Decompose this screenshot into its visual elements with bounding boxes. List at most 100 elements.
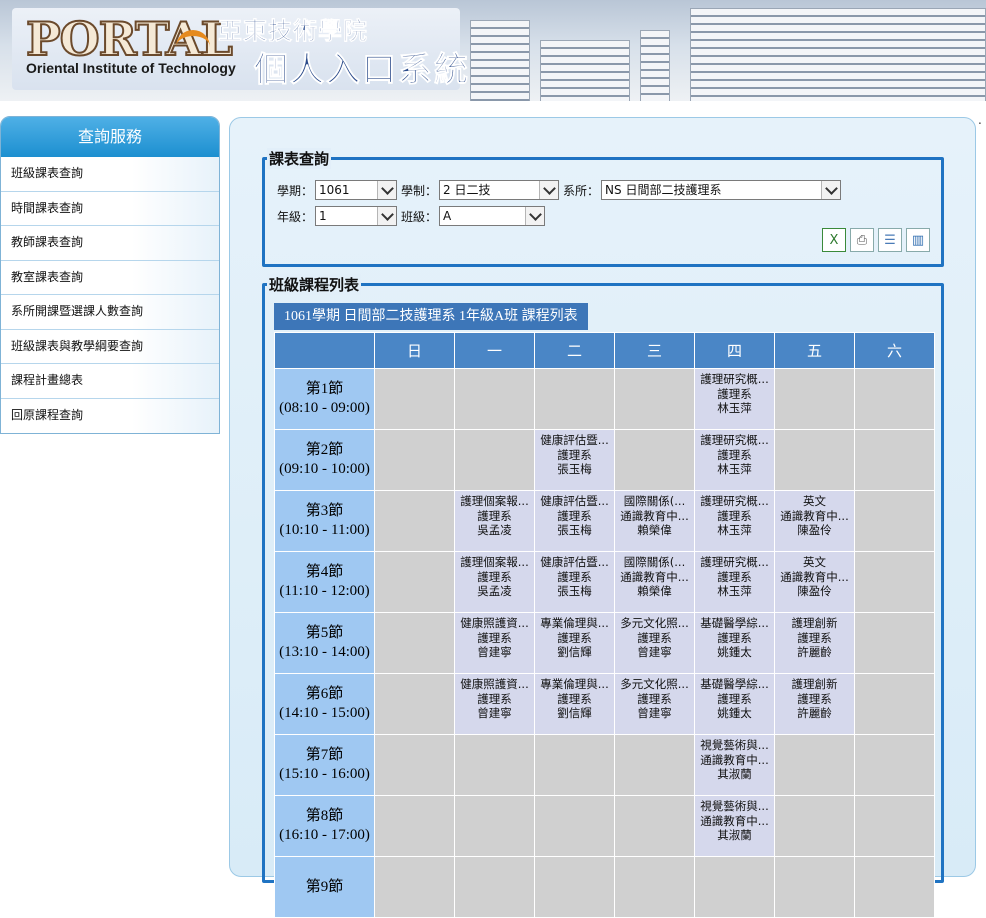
- empty-cell: [614, 368, 695, 430]
- course-cell[interactable]: 多元文化照... 護理系 曾建寧: [614, 612, 695, 674]
- course-dept: 護理系: [557, 508, 592, 523]
- period-name: 第5節: [305, 625, 344, 641]
- course-cell[interactable]: 護理研究概... 護理系 林玉萍: [694, 368, 775, 430]
- course-cell[interactable]: 護理個案報... 護理系 吳孟凌: [454, 490, 535, 552]
- course-cell[interactable]: 健康評估暨... 護理系 張玉梅: [534, 429, 615, 491]
- table-row: 第9節: [274, 856, 935, 918]
- course-cell[interactable]: 護理研究概... 護理系 林玉萍: [694, 551, 775, 613]
- course-cell[interactable]: 護理個案報... 護理系 吳孟凌: [454, 551, 535, 613]
- dept-select[interactable]: NS 日間部二技護理系: [601, 180, 842, 200]
- sidebar-item-back[interactable]: 回原課程查詢: [1, 398, 219, 433]
- sidebar-item-class-schedule[interactable]: 班級課表查詢: [1, 157, 219, 192]
- course-dept: 護理系: [717, 691, 752, 706]
- course-cell[interactable]: 國際關係(... 通識教育中... 賴榮偉: [614, 551, 695, 613]
- list-view-icon[interactable]: ☰: [878, 228, 902, 252]
- chevron-down-icon: [525, 207, 545, 225]
- empty-cell: [454, 368, 535, 430]
- course-teacher: 許麗齡: [797, 645, 832, 659]
- period-name: 第6節: [305, 686, 344, 702]
- course-name: 國際關係(...: [623, 494, 686, 508]
- empty-cell: [614, 429, 695, 491]
- course-dept: 護理系: [797, 630, 832, 645]
- course-cell[interactable]: 英文 通識教育中... 陳盈伶: [774, 490, 855, 552]
- empty-cell: [854, 429, 935, 491]
- class-select[interactable]: A: [439, 206, 546, 226]
- empty-cell: [854, 795, 935, 857]
- course-cell[interactable]: 專業倫理與... 護理系 劉信輝: [534, 612, 615, 674]
- sidebar-item-enrollment[interactable]: 系所開課暨選課人數查詢: [1, 295, 219, 330]
- day-header: 三: [614, 332, 695, 369]
- course-cell[interactable]: 健康評估暨... 護理系 張玉梅: [534, 551, 615, 613]
- table-row: 第5節 (13:10 - 14:00) 健康照護資... 護理系 曾建寧 專業倫理與...…: [274, 612, 935, 674]
- course-cell[interactable]: 多元文化照... 護理系 曾建寧: [614, 673, 695, 735]
- course-cell[interactable]: 護理研究概... 護理系 林玉萍: [694, 490, 775, 552]
- query-row-2: 年級： 1 班級： A: [277, 206, 549, 226]
- period-time: (10:10 - 11:00): [279, 522, 370, 538]
- course-name: 專業倫理與...: [540, 616, 609, 630]
- course-cell[interactable]: 基礎醫學綜... 護理系 姚鍾太: [694, 612, 775, 674]
- course-cell[interactable]: 國際關係(... 通識教育中... 賴榮偉: [614, 490, 695, 552]
- year-select[interactable]: 1061: [315, 180, 398, 200]
- empty-cell: [454, 429, 535, 491]
- system-label: 學制：: [401, 183, 438, 198]
- excel-icon[interactable]: X: [822, 228, 846, 252]
- sidebar-item-syllabus[interactable]: 班級課表與教學綱要查詢: [1, 329, 219, 364]
- empty-cell: [374, 673, 455, 735]
- course-dept: 護理系: [637, 691, 672, 706]
- course-cell[interactable]: 視覺藝術與... 通識教育中... 其淑蘭: [694, 734, 775, 796]
- course-name: 健康評估暨...: [540, 555, 609, 569]
- course-name: 健康評估暨...: [540, 433, 609, 447]
- day-header: 四: [694, 332, 775, 369]
- year-label: 學期：: [277, 183, 314, 198]
- course-name: 護理研究概...: [700, 433, 769, 447]
- course-cell[interactable]: 護理創新 護理系 許麗齡: [774, 612, 855, 674]
- period-label: 第5節 (13:10 - 14:00): [274, 612, 375, 674]
- print-icon[interactable]: ⎙: [850, 228, 874, 252]
- empty-cell: [854, 368, 935, 430]
- period-time: (13:10 - 14:00): [279, 644, 370, 660]
- empty-cell: [534, 368, 615, 430]
- course-dept: 通識教育中...: [620, 508, 689, 523]
- course-teacher: 林玉萍: [717, 584, 752, 598]
- course-cell[interactable]: 健康照護資... 護理系 曾建寧: [454, 673, 535, 735]
- sidebar-item-room-schedule[interactable]: 教室課表查詢: [1, 260, 219, 295]
- building-graphic: [540, 40, 630, 101]
- sidebar-item-course-plan[interactable]: 課程計畫總表: [1, 364, 219, 399]
- system-name: 個人入口系統: [254, 50, 470, 91]
- system-select[interactable]: 2 日二技: [439, 180, 560, 200]
- course-teacher: 其淑蘭: [717, 828, 752, 842]
- course-cell[interactable]: 基礎醫學綜... 護理系 姚鍾太: [694, 673, 775, 735]
- year-value: 1061: [319, 183, 350, 197]
- sidebar-item-teacher-schedule[interactable]: 教師課表查詢: [1, 226, 219, 261]
- sidebar-item-time-schedule[interactable]: 時間課表查詢: [1, 191, 219, 226]
- course-teacher: 曾建寧: [637, 706, 672, 720]
- course-cell[interactable]: 視覺藝術與... 通識教育中... 其淑蘭: [694, 795, 775, 857]
- course-name: 健康照護資...: [460, 677, 529, 691]
- course-dept: 護理系: [717, 386, 752, 401]
- day-header: 二: [534, 332, 615, 369]
- sidebar-title: 查詢服務: [1, 117, 219, 157]
- period-label: 第8節 (16:10 - 17:00): [274, 795, 375, 857]
- course-cell[interactable]: 專業倫理與... 護理系 劉信輝: [534, 673, 615, 735]
- course-name: 健康照護資...: [460, 616, 529, 630]
- grid-view-icon[interactable]: ▥: [906, 228, 930, 252]
- institute-name-en: Oriental Institute of Technology: [26, 60, 236, 76]
- course-cell[interactable]: 健康評估暨... 護理系 張玉梅: [534, 490, 615, 552]
- course-teacher: 林玉萍: [717, 401, 752, 415]
- grade-label: 年級：: [277, 209, 314, 224]
- course-cell[interactable]: 護理創新 護理系 許麗齡: [774, 673, 855, 735]
- dept-value: NS 日間部二技護理系: [605, 183, 722, 197]
- course-cell[interactable]: 護理研究概... 護理系 林玉萍: [694, 429, 775, 491]
- course-cell[interactable]: 英文 通識教育中... 陳盈伶: [774, 551, 855, 613]
- empty-cell: [774, 429, 855, 491]
- empty-cell: [454, 734, 535, 796]
- period-label: 第4節 (11:10 - 12:00): [274, 551, 375, 613]
- course-cell[interactable]: 健康照護資... 護理系 曾建寧: [454, 612, 535, 674]
- export-toolbar: X ⎙ ☰ ▥: [822, 228, 930, 252]
- period-name: 第7節: [305, 747, 344, 763]
- header-banner: PORTAL Oriental Institute of Technology …: [0, 0, 986, 101]
- course-teacher: 陳盈伶: [797, 523, 832, 537]
- grade-select[interactable]: 1: [315, 206, 398, 226]
- course-teacher: 陳盈伶: [797, 584, 832, 598]
- period-label: 第7節 (15:10 - 16:00): [274, 734, 375, 796]
